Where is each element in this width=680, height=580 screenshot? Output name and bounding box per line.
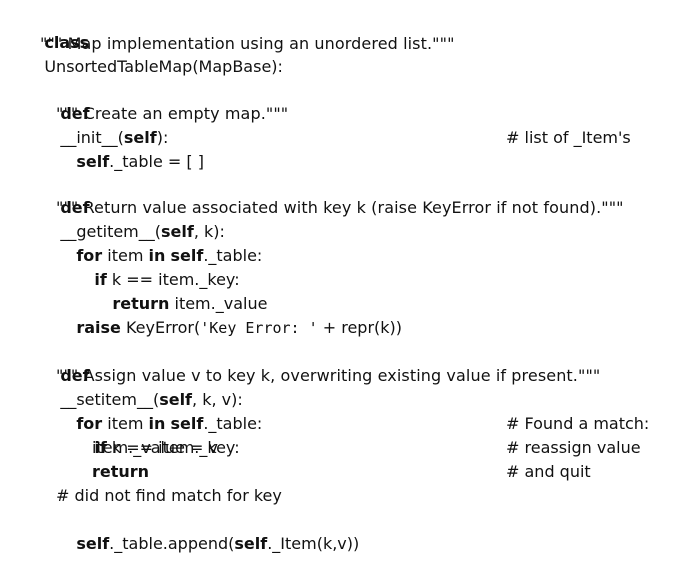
init-body-self: self: [76, 152, 110, 171]
raise-pre: KeyError(: [120, 318, 201, 337]
setitem-return: return: [92, 462, 150, 481]
setitem-append: self._table.append(self._Item(k,v)): [56, 508, 359, 553]
init-body: self._table = [ ]: [56, 126, 204, 171]
found-match-comment: # Found a match:: [506, 414, 650, 433]
setitem-docstring: """ Assign value v to key k, overwriting…: [56, 366, 601, 385]
getitem-raise: raise KeyError('Key Error: ' + repr(k)): [56, 292, 402, 337]
setitem-if: if k == item._key:: [74, 412, 239, 457]
getitem-return: return item._value: [92, 268, 267, 313]
no-match-comment: # did not find match for key: [56, 486, 282, 505]
setitem-assign: item._value = v: [92, 438, 218, 457]
class-docstring: """ Map implementation using an unordere…: [40, 34, 455, 53]
getitem-definition: def __getitem__(self, k):: [40, 172, 225, 241]
getitem-if: if k == item._key:: [74, 244, 239, 289]
quit-comment: # and quit: [506, 462, 591, 481]
reassign-comment: # reassign value: [506, 438, 641, 457]
raise-string-literal: 'Key Error: ': [200, 319, 318, 337]
append-self-inner: self: [234, 534, 268, 553]
raise-post: + repr(k)): [317, 318, 403, 337]
class-signature: UnsortedTableMap(MapBase):: [44, 57, 283, 76]
keyword-raise: raise: [76, 318, 121, 337]
setitem-definition: def __setitem__(self, k, v):: [40, 340, 242, 409]
setitem-for-loop: for item in self._table:: [56, 388, 262, 433]
append-self: self: [76, 534, 110, 553]
append-mid: ._table.append(: [109, 534, 235, 553]
init-comment: # list of _Item's: [506, 128, 631, 147]
code-listing: class UnsortedTableMap(MapBase): """ Map…: [0, 0, 680, 553]
init-body-rest: ._table = [ ]: [109, 152, 204, 171]
class-declaration: class UnsortedTableMap(MapBase):: [24, 7, 283, 76]
append-rest: ._Item(k,v)): [267, 534, 360, 553]
getitem-for-loop: for item in self._table:: [56, 220, 262, 265]
getitem-docstring: """ Return value associated with key k (…: [56, 198, 624, 217]
init-docstring: """ Create an empty map.""": [56, 104, 289, 123]
init-definition: def __init__(self):: [40, 78, 168, 147]
